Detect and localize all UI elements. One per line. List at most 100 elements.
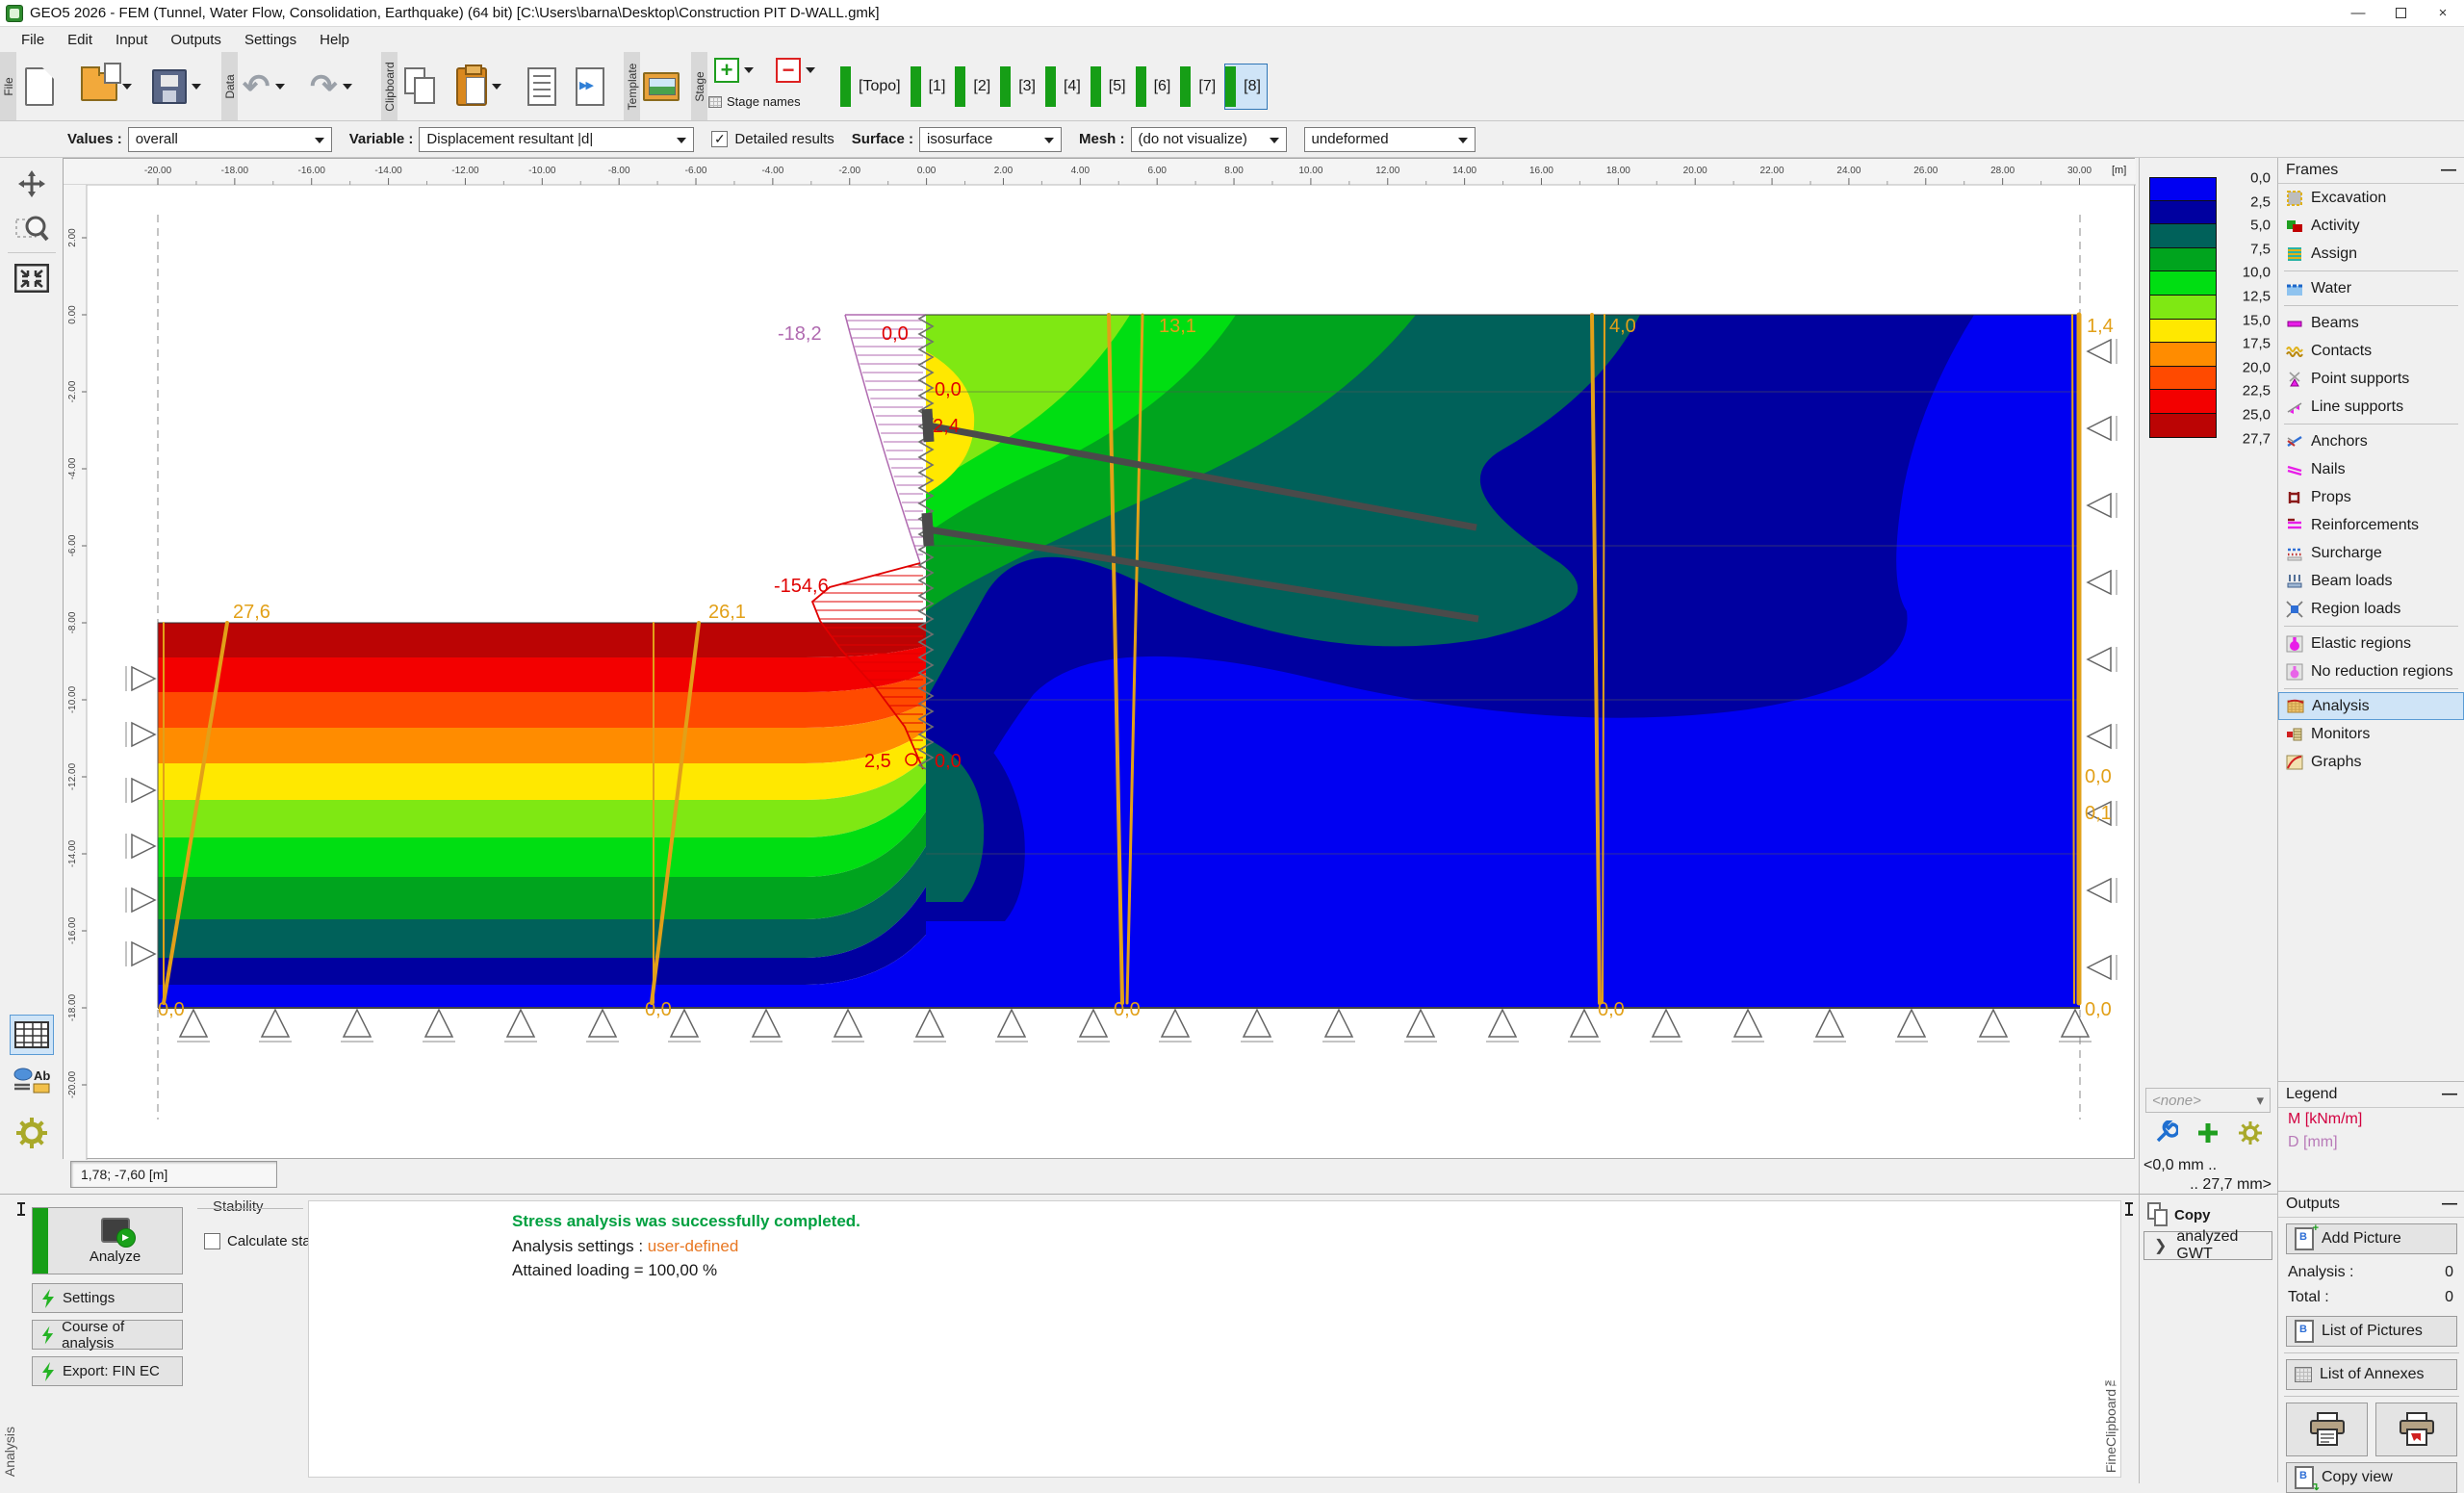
add-stage-button[interactable]: + <box>714 54 754 87</box>
detailed-results-checkbox[interactable]: ✓ <box>711 131 728 147</box>
undo-button[interactable]: ↶ <box>243 60 285 114</box>
window-title: GEO5 2026 - FEM (Tunnel, Water Flow, Con… <box>30 5 880 21</box>
mesh-select[interactable]: (do not visualize) <box>1131 127 1287 152</box>
frame-item-line-supports[interactable]: Line supports <box>2278 393 2464 421</box>
zoom-tool-button[interactable] <box>10 208 54 248</box>
stage-tab-5[interactable]: [5] <box>1090 64 1133 110</box>
detailed-results-label: Detailed results <box>734 131 834 147</box>
menu-help[interactable]: Help <box>308 29 361 51</box>
scale-settings-button[interactable] <box>2238 1120 2263 1145</box>
deformation-select[interactable]: undeformed <box>1304 127 1476 152</box>
stage-tab-6[interactable]: [6] <box>1135 64 1178 110</box>
frame-item-excavation[interactable]: Excavation <box>2278 184 2464 212</box>
frame-item-no-reduction-regions[interactable]: No reduction regions <box>2278 657 2464 685</box>
maximize-button[interactable] <box>2379 0 2422 26</box>
paste-dropdown-arrow[interactable] <box>492 84 501 90</box>
surface-select[interactable]: isosurface <box>919 127 1062 152</box>
menu-edit[interactable]: Edit <box>56 29 104 51</box>
menu-settings[interactable]: Settings <box>233 29 308 51</box>
scale-edit-button[interactable] <box>2153 1120 2178 1145</box>
template-button[interactable] <box>643 60 680 114</box>
copy-button[interactable]: Copy <box>2147 1202 2211 1227</box>
export-fin-ec-button[interactable]: Export: FIN EC <box>32 1356 183 1386</box>
frame-item-beams[interactable]: Beams <box>2278 309 2464 337</box>
list-of-annexes-button[interactable]: List of Annexes <box>2286 1359 2457 1390</box>
frame-item-monitors[interactable]: Monitors <box>2278 720 2464 748</box>
frame-item-water[interactable]: Water <box>2278 274 2464 302</box>
add-picture-button[interactable]: B+ Add Picture <box>2286 1223 2457 1254</box>
list-of-pictures-button[interactable]: B List of Pictures <box>2286 1316 2457 1347</box>
frame-item-nails[interactable]: Nails <box>2278 455 2464 483</box>
redo-button[interactable]: ↷ <box>310 60 352 114</box>
frame-item-activity[interactable]: Activity <box>2278 212 2464 240</box>
report-button[interactable] <box>527 60 556 114</box>
values-select[interactable]: overall <box>128 127 332 152</box>
undo-dropdown-arrow[interactable] <box>275 84 285 90</box>
variable-select[interactable]: Displacement resultant |d| <box>419 127 694 152</box>
frame-item-graphs[interactable]: Graphs <box>2278 748 2464 776</box>
frame-item-anchors[interactable]: Anchors <box>2278 427 2464 455</box>
pan-tool-button[interactable] <box>10 164 54 204</box>
stage-tab-7[interactable]: [7] <box>1179 64 1222 110</box>
copy-button[interactable] <box>404 60 437 114</box>
open-dropdown-arrow[interactable] <box>122 84 132 90</box>
frame-item-surcharge[interactable]: Surcharge <box>2278 539 2464 567</box>
course-of-analysis-button[interactable]: Course of analysis <box>32 1320 183 1350</box>
stage-tab-1[interactable]: [1] <box>910 64 953 110</box>
menu-file[interactable]: File <box>10 29 56 51</box>
stage-tab-3[interactable]: [3] <box>999 64 1042 110</box>
stability-checkbox[interactable] <box>204 1233 220 1249</box>
frame-item-elastic-regions[interactable]: Elastic regions <box>2278 630 2464 657</box>
export-document-button[interactable] <box>576 60 604 114</box>
copy-view-button[interactable]: B↴ Copy view <box>2286 1462 2457 1493</box>
frame-item-beam-loads[interactable]: Beam loads <box>2278 567 2464 595</box>
save-dropdown-arrow[interactable] <box>192 84 201 90</box>
stage-names-button[interactable]: Stage names <box>708 94 801 109</box>
add-stage-dropdown-arrow[interactable] <box>744 67 754 73</box>
legend-minimize-button[interactable]: — <box>2442 1086 2457 1103</box>
outputs-minimize-button[interactable]: — <box>2442 1196 2457 1213</box>
frame-item-analysis[interactable]: Analysis <box>2278 692 2464 720</box>
gear-icon <box>2239 1121 2262 1145</box>
model-canvas[interactable]: -20.00-18.00-16.00-14.00-12.00-10.00-8.0… <box>63 158 2135 1159</box>
results-table-button[interactable] <box>10 1015 54 1055</box>
remove-stage-button[interactable]: − <box>776 54 815 87</box>
scale-add-button[interactable] <box>2195 1120 2220 1145</box>
open-file-button[interactable] <box>81 60 132 114</box>
fit-to-window-button[interactable] <box>10 258 54 298</box>
analyzed-gwt-button[interactable]: ❯ analyzed GWT <box>2143 1231 2272 1260</box>
stage-tab-2[interactable]: [2] <box>954 64 997 110</box>
frame-item-region-loads[interactable]: Region loads <box>2278 595 2464 623</box>
stage-tab-Topo[interactable]: [Topo] <box>839 64 908 110</box>
frame-item-assign[interactable]: Assign <box>2278 240 2464 268</box>
frame-item-point-supports[interactable]: Point supports <box>2278 365 2464 393</box>
menu-bar: FileEditInputOutputsSettingsHelp <box>0 27 2464 52</box>
frame-item-reinforcements[interactable]: Reinforcements <box>2278 511 2464 539</box>
menu-input[interactable]: Input <box>104 29 159 51</box>
minimize-button[interactable]: — <box>2337 0 2379 26</box>
stage-tab-8[interactable]: [8] <box>1224 64 1268 110</box>
status-success-message: Stress analysis was successfully complet… <box>512 1212 860 1231</box>
settings-button[interactable]: Settings <box>32 1283 183 1313</box>
new-file-button[interactable] <box>25 60 54 114</box>
splitter-handle-left[interactable] <box>17 1202 25 1216</box>
remove-stage-dropdown-arrow[interactable] <box>806 67 815 73</box>
save-button[interactable] <box>152 60 201 114</box>
drawing-settings-button[interactable]: Ab <box>10 1061 54 1101</box>
redo-dropdown-arrow[interactable] <box>343 84 352 90</box>
print-button[interactable] <box>2286 1403 2368 1456</box>
stage-tab-4[interactable]: [4] <box>1044 64 1088 110</box>
print-selection-button[interactable] <box>2375 1403 2457 1456</box>
bottom-support <box>1407 1010 1434 1037</box>
analyze-label: Analyze <box>90 1248 141 1265</box>
paste-button[interactable] <box>456 60 501 114</box>
visualization-settings-button[interactable] <box>10 1113 54 1153</box>
frame-item-props[interactable]: Props <box>2278 483 2464 511</box>
frame-item-contacts[interactable]: Contacts <box>2278 337 2464 365</box>
frames-minimize-button[interactable]: — <box>2441 162 2456 179</box>
scale-preset-select[interactable]: <none> ▾ <box>2145 1088 2271 1113</box>
menu-outputs[interactable]: Outputs <box>159 29 233 51</box>
splitter-handle-right[interactable] <box>2125 1202 2133 1216</box>
close-button[interactable]: × <box>2422 0 2464 26</box>
analyze-button[interactable]: Analyze <box>32 1207 183 1274</box>
